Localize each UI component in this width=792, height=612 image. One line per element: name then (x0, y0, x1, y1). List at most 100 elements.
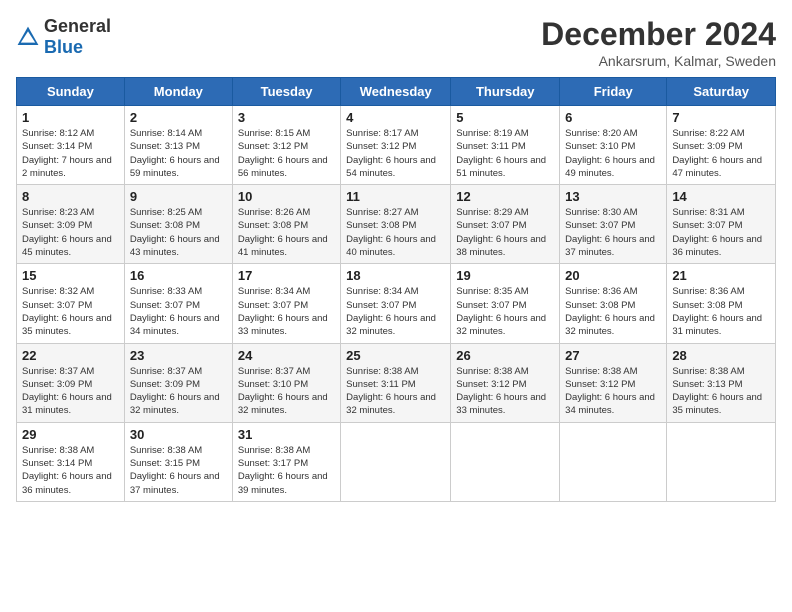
sunrise-label: Sunrise: 8:38 AM (130, 445, 202, 456)
day-info: Sunrise: 8:33 AM Sunset: 3:07 PM Dayligh… (130, 285, 227, 338)
empty-cell (341, 422, 451, 501)
calendar-body: 1 Sunrise: 8:12 AM Sunset: 3:14 PM Dayli… (17, 106, 776, 502)
day-number: 31 (238, 427, 335, 442)
sunrise-label: Sunrise: 8:38 AM (346, 366, 418, 377)
sunset-label: Sunset: 3:13 PM (672, 379, 742, 390)
day-number: 3 (238, 110, 335, 125)
day-cell-18: 18 Sunrise: 8:34 AM Sunset: 3:07 PM Dayl… (341, 264, 451, 343)
sunrise-label: Sunrise: 8:14 AM (130, 128, 202, 139)
sunrise-label: Sunrise: 8:33 AM (130, 286, 202, 297)
day-number: 9 (130, 189, 227, 204)
daylight-label: Daylight: 6 hours and 35 minutes. (672, 392, 762, 416)
sunrise-label: Sunrise: 8:29 AM (456, 207, 528, 218)
sunset-label: Sunset: 3:11 PM (456, 141, 526, 152)
day-number: 19 (456, 268, 554, 283)
sunset-label: Sunset: 3:07 PM (456, 220, 526, 231)
day-cell-3: 3 Sunrise: 8:15 AM Sunset: 3:12 PM Dayli… (232, 106, 340, 185)
day-info: Sunrise: 8:31 AM Sunset: 3:07 PM Dayligh… (672, 206, 770, 259)
day-cell-23: 23 Sunrise: 8:37 AM Sunset: 3:09 PM Dayl… (124, 343, 232, 422)
sunrise-label: Sunrise: 8:38 AM (565, 366, 637, 377)
day-info: Sunrise: 8:34 AM Sunset: 3:07 PM Dayligh… (346, 285, 445, 338)
day-cell-7: 7 Sunrise: 8:22 AM Sunset: 3:09 PM Dayli… (667, 106, 776, 185)
day-info: Sunrise: 8:32 AM Sunset: 3:07 PM Dayligh… (22, 285, 119, 338)
sunrise-label: Sunrise: 8:27 AM (346, 207, 418, 218)
day-info: Sunrise: 8:20 AM Sunset: 3:10 PM Dayligh… (565, 127, 661, 180)
day-number: 11 (346, 189, 445, 204)
empty-cell (451, 422, 560, 501)
sunrise-label: Sunrise: 8:30 AM (565, 207, 637, 218)
day-info: Sunrise: 8:15 AM Sunset: 3:12 PM Dayligh… (238, 127, 335, 180)
day-info: Sunrise: 8:30 AM Sunset: 3:07 PM Dayligh… (565, 206, 661, 259)
day-cell-28: 28 Sunrise: 8:38 AM Sunset: 3:13 PM Dayl… (667, 343, 776, 422)
sunrise-label: Sunrise: 8:12 AM (22, 128, 94, 139)
sunrise-label: Sunrise: 8:26 AM (238, 207, 310, 218)
daylight-label: Daylight: 6 hours and 32 minutes. (456, 313, 546, 337)
day-info: Sunrise: 8:17 AM Sunset: 3:12 PM Dayligh… (346, 127, 445, 180)
day-info: Sunrise: 8:38 AM Sunset: 3:17 PM Dayligh… (238, 444, 335, 497)
daylight-label: Daylight: 6 hours and 31 minutes. (22, 392, 112, 416)
sunset-label: Sunset: 3:07 PM (238, 300, 308, 311)
day-info: Sunrise: 8:25 AM Sunset: 3:08 PM Dayligh… (130, 206, 227, 259)
sunrise-label: Sunrise: 8:19 AM (456, 128, 528, 139)
day-cell-22: 22 Sunrise: 8:37 AM Sunset: 3:09 PM Dayl… (17, 343, 125, 422)
sunrise-label: Sunrise: 8:38 AM (238, 445, 310, 456)
day-cell-19: 19 Sunrise: 8:35 AM Sunset: 3:07 PM Dayl… (451, 264, 560, 343)
day-number: 8 (22, 189, 119, 204)
day-info: Sunrise: 8:38 AM Sunset: 3:13 PM Dayligh… (672, 365, 770, 418)
sunrise-label: Sunrise: 8:37 AM (22, 366, 94, 377)
sunset-label: Sunset: 3:09 PM (672, 141, 742, 152)
day-number: 29 (22, 427, 119, 442)
day-cell-31: 31 Sunrise: 8:38 AM Sunset: 3:17 PM Dayl… (232, 422, 340, 501)
sunset-label: Sunset: 3:08 PM (130, 220, 200, 231)
day-number: 14 (672, 189, 770, 204)
daylight-label: Daylight: 6 hours and 35 minutes. (22, 313, 112, 337)
daylight-label: Daylight: 6 hours and 37 minutes. (130, 471, 220, 495)
daylight-label: Daylight: 6 hours and 51 minutes. (456, 155, 546, 179)
daylight-label: Daylight: 6 hours and 47 minutes. (672, 155, 762, 179)
day-number: 28 (672, 348, 770, 363)
week-row-3: 15 Sunrise: 8:32 AM Sunset: 3:07 PM Dayl… (17, 264, 776, 343)
sunset-label: Sunset: 3:12 PM (565, 379, 635, 390)
sunset-label: Sunset: 3:08 PM (346, 220, 416, 231)
sunset-label: Sunset: 3:07 PM (346, 300, 416, 311)
day-cell-12: 12 Sunrise: 8:29 AM Sunset: 3:07 PM Dayl… (451, 185, 560, 264)
day-number: 21 (672, 268, 770, 283)
sunset-label: Sunset: 3:17 PM (238, 458, 308, 469)
empty-cell (560, 422, 667, 501)
header: General Blue December 2024 Ankarsrum, Ka… (16, 16, 776, 69)
day-cell-24: 24 Sunrise: 8:37 AM Sunset: 3:10 PM Dayl… (232, 343, 340, 422)
daylight-label: Daylight: 7 hours and 2 minutes. (22, 155, 112, 179)
daylight-label: Daylight: 6 hours and 34 minutes. (565, 392, 655, 416)
sunset-label: Sunset: 3:14 PM (22, 458, 92, 469)
day-cell-20: 20 Sunrise: 8:36 AM Sunset: 3:08 PM Dayl… (560, 264, 667, 343)
logo-icon (16, 25, 40, 49)
day-info: Sunrise: 8:38 AM Sunset: 3:14 PM Dayligh… (22, 444, 119, 497)
day-number: 15 (22, 268, 119, 283)
sunrise-label: Sunrise: 8:37 AM (130, 366, 202, 377)
day-cell-14: 14 Sunrise: 8:31 AM Sunset: 3:07 PM Dayl… (667, 185, 776, 264)
daylight-label: Daylight: 6 hours and 39 minutes. (238, 471, 328, 495)
day-number: 2 (130, 110, 227, 125)
day-number: 12 (456, 189, 554, 204)
day-cell-15: 15 Sunrise: 8:32 AM Sunset: 3:07 PM Dayl… (17, 264, 125, 343)
day-info: Sunrise: 8:37 AM Sunset: 3:10 PM Dayligh… (238, 365, 335, 418)
day-info: Sunrise: 8:34 AM Sunset: 3:07 PM Dayligh… (238, 285, 335, 338)
day-number: 13 (565, 189, 661, 204)
day-info: Sunrise: 8:12 AM Sunset: 3:14 PM Dayligh… (22, 127, 119, 180)
month-title: December 2024 (541, 16, 776, 53)
page-container: General Blue December 2024 Ankarsrum, Ka… (16, 16, 776, 502)
day-number: 18 (346, 268, 445, 283)
day-header-sunday: Sunday (17, 78, 125, 106)
daylight-label: Daylight: 6 hours and 31 minutes. (672, 313, 762, 337)
sunrise-label: Sunrise: 8:25 AM (130, 207, 202, 218)
day-info: Sunrise: 8:22 AM Sunset: 3:09 PM Dayligh… (672, 127, 770, 180)
sunset-label: Sunset: 3:07 PM (130, 300, 200, 311)
day-info: Sunrise: 8:37 AM Sunset: 3:09 PM Dayligh… (130, 365, 227, 418)
day-cell-27: 27 Sunrise: 8:38 AM Sunset: 3:12 PM Dayl… (560, 343, 667, 422)
day-info: Sunrise: 8:38 AM Sunset: 3:15 PM Dayligh… (130, 444, 227, 497)
daylight-label: Daylight: 6 hours and 56 minutes. (238, 155, 328, 179)
day-info: Sunrise: 8:27 AM Sunset: 3:08 PM Dayligh… (346, 206, 445, 259)
daylight-label: Daylight: 6 hours and 34 minutes. (130, 313, 220, 337)
sunset-label: Sunset: 3:08 PM (565, 300, 635, 311)
day-cell-26: 26 Sunrise: 8:38 AM Sunset: 3:12 PM Dayl… (451, 343, 560, 422)
